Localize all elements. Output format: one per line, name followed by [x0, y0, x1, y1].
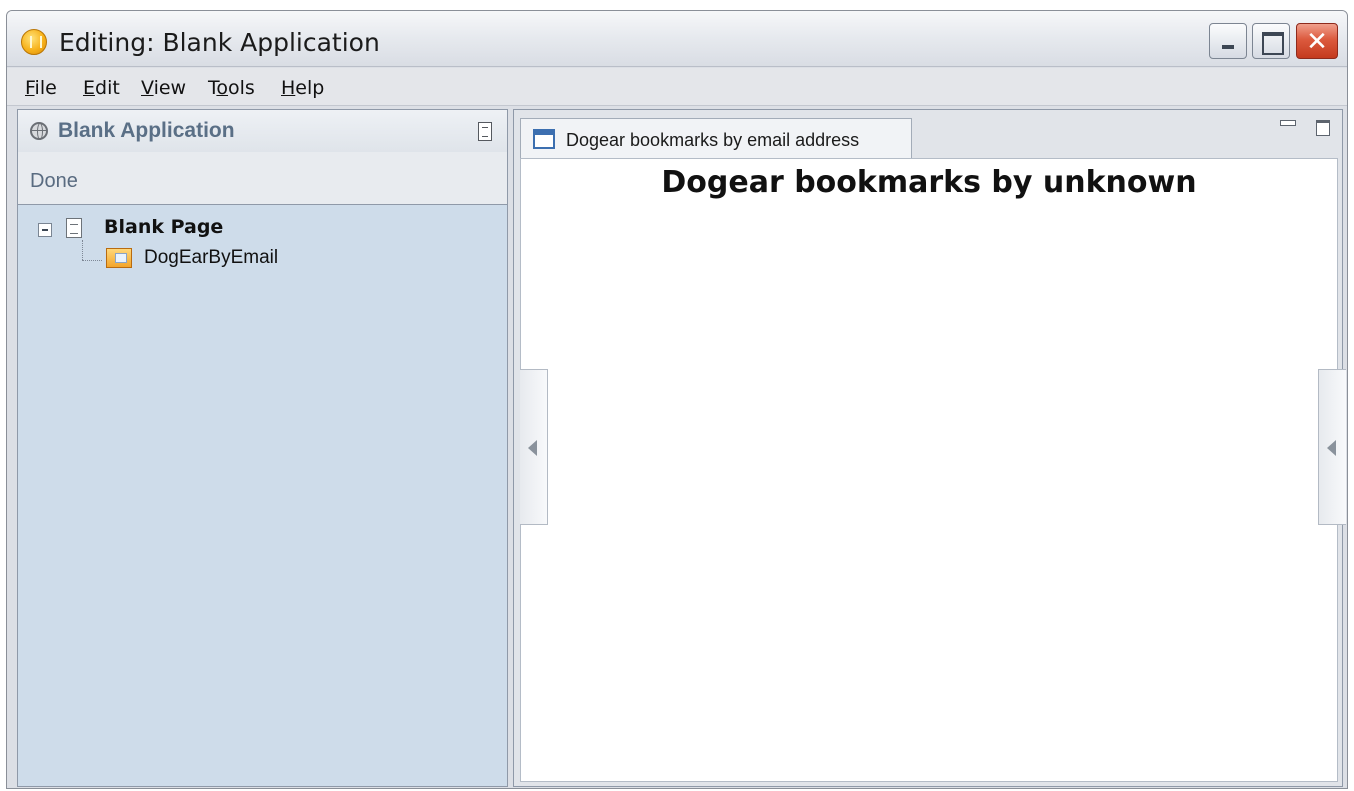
- close-button[interactable]: ✕: [1296, 23, 1338, 59]
- maximize-button[interactable]: [1252, 23, 1290, 59]
- application-window: Editing: Blank Application ✕ File Edit V…: [6, 10, 1348, 789]
- tree-item-dogearbyemail[interactable]: DogEarByEmail: [144, 247, 278, 269]
- view-maximize-button[interactable]: [1316, 120, 1330, 136]
- panel-menu-icon[interactable]: [478, 122, 492, 141]
- menu-help[interactable]: Help: [281, 77, 324, 99]
- tree-connector: [82, 260, 102, 261]
- tree-collapse-icon[interactable]: [38, 223, 52, 237]
- right-collapse-handle[interactable]: [1318, 369, 1346, 525]
- window-icon: [533, 129, 555, 149]
- portlet-icon: [106, 248, 132, 268]
- tab-label: Dogear bookmarks by email address: [566, 130, 860, 150]
- left-collapse-handle[interactable]: [520, 369, 548, 525]
- tree-connector: [82, 240, 83, 260]
- content-heading: Dogear bookmarks by unknown: [661, 165, 1197, 200]
- title-bar[interactable]: Editing: Blank Application ✕: [7, 11, 1347, 67]
- preview-panel: Dogear bookmarks by email address Dogear…: [513, 109, 1346, 787]
- page-icon: [66, 218, 82, 238]
- menu-view[interactable]: View: [141, 77, 186, 99]
- view-minimize-button[interactable]: [1280, 120, 1296, 126]
- chevron-left-icon: [1327, 440, 1336, 456]
- panel-header: Blank Application: [18, 110, 507, 152]
- application-outline-panel: Blank Application Done Blank Page DogEar…: [17, 109, 508, 787]
- menu-edit[interactable]: Edit: [83, 77, 120, 99]
- globe-icon: [30, 122, 48, 140]
- status-bar: Done: [18, 152, 507, 205]
- panel-title: Blank Application: [58, 119, 235, 142]
- preview-content: Dogear bookmarks by unknown: [520, 158, 1346, 782]
- chevron-left-icon: [528, 440, 537, 456]
- status-text: Done: [30, 170, 78, 192]
- menu-tools[interactable]: Tools: [208, 77, 255, 99]
- menu-bar: File Edit View Tools Help: [7, 68, 1347, 106]
- minimize-button[interactable]: [1209, 23, 1247, 59]
- menu-file[interactable]: File: [25, 77, 57, 99]
- window-title: Editing: Blank Application: [59, 28, 380, 57]
- close-icon: ✕: [1306, 26, 1328, 56]
- app-logo-icon: [21, 29, 47, 55]
- tab-dogear-bookmarks[interactable]: Dogear bookmarks by email address: [520, 118, 912, 158]
- tree-item-blank-page[interactable]: Blank Page: [104, 216, 223, 238]
